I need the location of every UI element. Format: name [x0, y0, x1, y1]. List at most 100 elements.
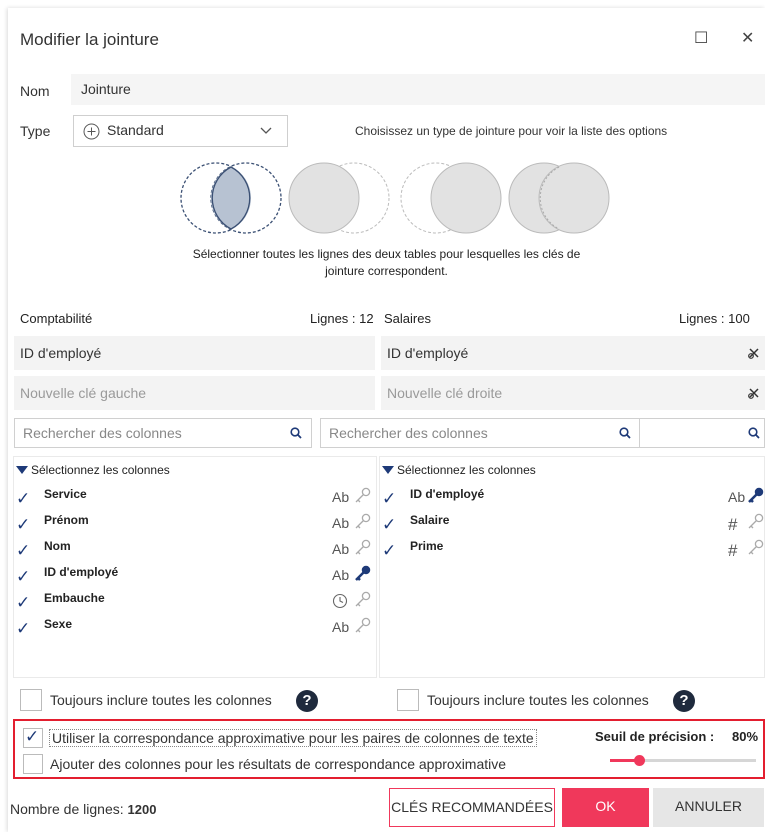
inner-join-icon[interactable] [178, 158, 288, 240]
checkmark-icon[interactable]: ✓ [16, 541, 30, 561]
left-select-columns-toggle[interactable]: Sélectionnez les colonnes [16, 463, 376, 479]
chevron-down-icon [260, 127, 272, 134]
key-icon[interactable] [353, 539, 371, 557]
key-remove-icon[interactable] [747, 386, 761, 400]
column-row[interactable]: ✓ Prénom Ab [14, 513, 374, 539]
string-type-icon: Ab [332, 489, 350, 505]
left-search-placeholder: Rechercher des colonnes [23, 425, 182, 441]
checkmark-icon[interactable]: ✓ [382, 489, 396, 509]
key-toggle[interactable] [353, 565, 371, 588]
maximize-icon[interactable]: ☐ [694, 28, 708, 48]
fuzzy-match-section: ✓ Utiliser la correspondance approximati… [13, 719, 765, 779]
right-column-search-extra[interactable] [640, 418, 765, 448]
column-name: ID d'employé [44, 565, 119, 579]
column-name: Embauche [44, 591, 105, 605]
right-columns-list: ✓ ID d'employé Ab ✓ Salaire # ✓ Prime # [380, 487, 765, 667]
string-type-icon: Ab [332, 567, 350, 583]
add-fuzzy-columns-label: Ajouter des colonnes pour les résultats … [50, 756, 507, 772]
checkmark-icon: ✓ [25, 727, 40, 746]
row-count-value: 1200 [127, 802, 157, 817]
key-toggle[interactable] [353, 513, 371, 536]
right-key-field[interactable]: ID d'employé [381, 336, 765, 370]
checkmark-icon[interactable]: ✓ [16, 515, 30, 535]
checkmark-icon[interactable]: ✓ [382, 515, 396, 535]
right-column-search[interactable]: Rechercher des colonnes [320, 418, 640, 448]
join-description-line1: Sélectionner toutes les lignes des deux … [192, 247, 581, 261]
key-toggle[interactable] [353, 487, 371, 510]
key-active-icon[interactable] [746, 487, 764, 505]
checkmark-icon[interactable]: ✓ [16, 593, 30, 613]
left-key-field[interactable]: ID d'employé [14, 336, 375, 370]
left-columns-list: ✓ Service Ab ✓ Prénom Ab ✓ Nom Ab ✓ ID d'employé Ab… [14, 487, 374, 667]
checkmark-icon[interactable]: ✓ [16, 619, 30, 639]
key-toggle[interactable] [746, 539, 764, 562]
number-type-icon: # [728, 541, 738, 560]
search-icon [290, 427, 302, 439]
cancel-button[interactable]: ANNULER [653, 788, 764, 827]
number-type-icon: # [728, 515, 738, 534]
string-type-icon: Ab [332, 619, 350, 635]
column-row[interactable]: ✓ Sexe Ab [14, 617, 374, 643]
name-value: Jointure [81, 81, 131, 97]
key-toggle[interactable] [746, 513, 764, 536]
right-key-value: ID d'employé [387, 345, 469, 361]
right-search-placeholder: Rechercher des colonnes [329, 425, 488, 441]
new-left-key-field[interactable]: Nouvelle clé gauche [14, 376, 375, 410]
key-remove-icon[interactable] [747, 346, 761, 360]
column-row[interactable]: ✓ Salaire # [380, 513, 765, 539]
key-icon[interactable] [353, 617, 371, 635]
key-icon[interactable] [353, 513, 371, 531]
column-name: Sexe [44, 617, 73, 631]
right-select-columns-label: Sélectionnez les colonnes [397, 463, 536, 477]
checkmark-icon[interactable]: ✓ [16, 489, 30, 509]
new-left-key-placeholder: Nouvelle clé gauche [20, 385, 147, 401]
name-input[interactable]: Jointure [71, 74, 765, 105]
column-row[interactable]: ✓ Service Ab [14, 487, 374, 513]
right-include-all-checkbox[interactable] [397, 689, 419, 711]
right-join-icon[interactable] [398, 158, 508, 240]
join-type-select[interactable]: Standard [73, 115, 288, 147]
right-select-columns-toggle[interactable]: Sélectionnez les colonnes [382, 463, 762, 479]
column-row[interactable]: ✓ Nom Ab [14, 539, 374, 565]
close-icon[interactable]: ✕ [741, 28, 754, 48]
help-icon[interactable]: ? [673, 690, 695, 712]
new-right-key-field[interactable]: Nouvelle clé droite [381, 376, 765, 410]
left-include-all-checkbox[interactable] [20, 689, 42, 711]
column-row[interactable]: ✓ Embauche [14, 591, 374, 617]
right-columns-panel: Sélectionnez les colonnes ✓ ID d'employé A… [379, 456, 765, 678]
key-toggle[interactable] [353, 591, 371, 614]
key-icon[interactable] [353, 487, 371, 505]
checkmark-icon[interactable]: ✓ [382, 541, 396, 561]
recommended-keys-button[interactable]: CLÉS RECOMMANDÉES [389, 788, 555, 827]
row-count: Nombre de lignes: 1200 [10, 801, 156, 817]
search-icon[interactable] [748, 427, 760, 439]
full-outer-join-icon[interactable] [506, 158, 616, 240]
column-row[interactable]: ✓ ID d'employé Ab [380, 487, 765, 513]
column-row[interactable]: ✓ Prime # [380, 539, 765, 565]
search-icon [619, 427, 631, 439]
checkmark-icon[interactable]: ✓ [16, 567, 30, 587]
key-active-icon[interactable] [353, 565, 371, 583]
ok-button[interactable]: OK [562, 788, 649, 827]
key-icon[interactable] [353, 591, 371, 609]
use-fuzzy-checkbox[interactable]: ✓ [23, 727, 43, 748]
join-dialog: Modifier la jointure ☐ ✕ Nom Jointure Ty… [8, 8, 765, 832]
left-include-all-label: Toujours inclure toutes les colonnes [50, 692, 272, 708]
key-toggle[interactable] [353, 539, 371, 562]
threshold-slider-track[interactable] [610, 755, 756, 766]
key-toggle[interactable] [746, 487, 764, 510]
join-type-value: Standard [107, 122, 164, 138]
column-name: Salaire [410, 513, 450, 527]
column-row[interactable]: ✓ ID d'employé Ab [14, 565, 374, 591]
key-icon[interactable] [746, 513, 764, 531]
key-toggle[interactable] [353, 617, 371, 640]
key-icon[interactable] [746, 539, 764, 557]
threshold-slider-thumb[interactable] [634, 755, 646, 766]
left-join-icon[interactable] [286, 158, 396, 240]
threshold-label: Seuil de précision : [595, 729, 715, 744]
add-fuzzy-columns-checkbox[interactable] [23, 754, 43, 774]
help-icon[interactable]: ? [296, 690, 318, 712]
left-column-search[interactable]: Rechercher des colonnes [14, 418, 312, 448]
use-fuzzy-label: Utiliser la correspondance approximative… [49, 729, 537, 747]
name-label: Nom [20, 83, 50, 99]
